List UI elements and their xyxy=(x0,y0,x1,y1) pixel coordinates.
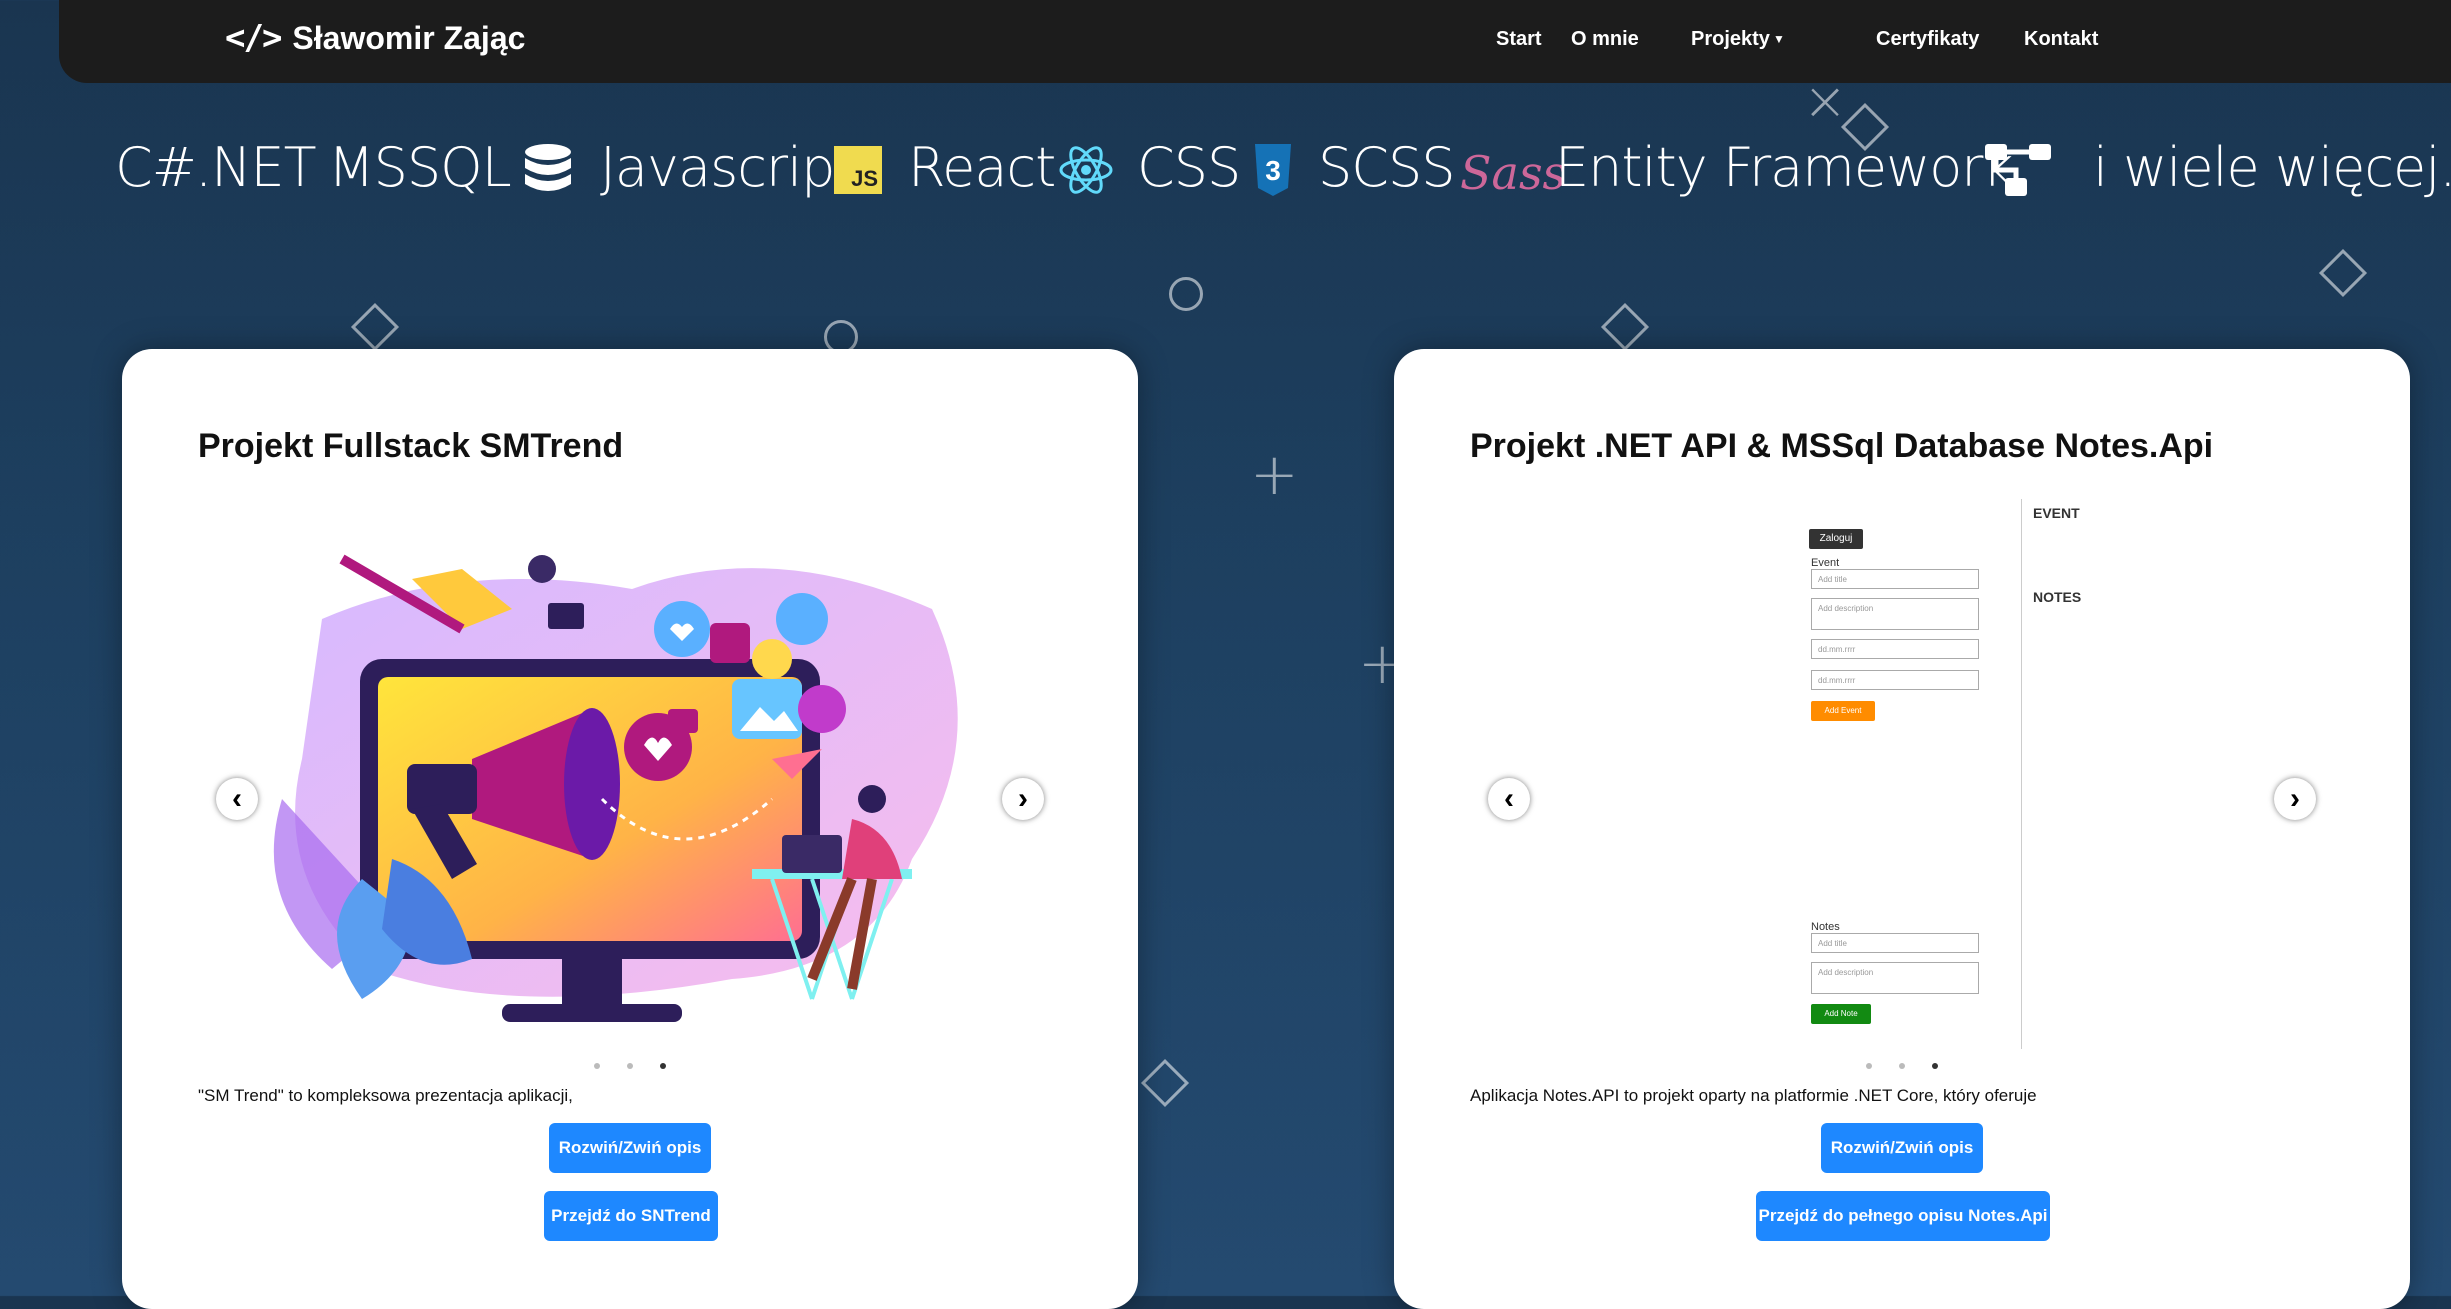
toggle-description-button[interactable]: Rozwiń/Zwiń opis xyxy=(549,1123,711,1173)
carousel-indicators xyxy=(594,1063,666,1069)
carousel-next-button[interactable]: › xyxy=(1002,778,1044,820)
tech-csharp: C# xyxy=(115,136,197,199)
tech-css: CSS xyxy=(1137,136,1241,199)
svg-text:3: 3 xyxy=(1265,155,1281,186)
notes-heading: NOTES xyxy=(2033,589,2082,605)
project-card-notes-api: Projekt .NET API & MSSql Database Notes.… xyxy=(1394,349,2410,1309)
carousel-dot[interactable] xyxy=(594,1063,600,1069)
go-to-smtrend-button[interactable]: Przejdź do SNTrend xyxy=(544,1191,718,1241)
tech-javascript: Javascript xyxy=(600,136,856,199)
tech-mssql: MSSQL xyxy=(328,136,512,199)
brand-logo[interactable]: </> Sławomir Zając xyxy=(225,18,525,58)
carousel-dot-active[interactable] xyxy=(1932,1063,1938,1069)
card-title: Projekt Fullstack SMTrend xyxy=(198,427,624,465)
top-navbar: </> Sławomir Zając Start O mnie Projekty… xyxy=(59,0,2451,83)
tech-scss: SCSS xyxy=(1318,136,1456,199)
chevron-right-icon: › xyxy=(2290,782,2300,815)
nav-link-kontakt[interactable]: Kontakt xyxy=(2024,28,2098,51)
code-icon: </> xyxy=(225,18,282,58)
chevron-right-icon: › xyxy=(1018,782,1028,815)
card-title: Projekt .NET API & MSSql Database Notes.… xyxy=(1470,427,2214,465)
decor-diamond xyxy=(350,302,400,352)
nav-link-projekty[interactable]: Projekty ▼ xyxy=(1691,28,1785,51)
go-to-notes-api-button[interactable]: Przejdź do pełnego opisu Notes.Api xyxy=(1756,1191,2050,1241)
nav-link-projekty-label: Projekty xyxy=(1691,28,1770,50)
tech-more: i wiele więcej... xyxy=(2093,136,2451,199)
notes-api-screenshot: Zaloguj Event Add title Add description … xyxy=(1484,499,2324,1079)
react-icon xyxy=(1059,146,1113,194)
note-title-input: Add title xyxy=(1811,933,1979,953)
carousel-indicators xyxy=(1866,1063,1938,1069)
nav-link-start[interactable]: Start xyxy=(1496,28,1542,51)
decor-diamond xyxy=(1600,302,1650,352)
js-badge-label: JS xyxy=(851,166,878,191)
card-description: "SM Trend" to kompleksowa prezentacja ap… xyxy=(198,1086,573,1105)
divider xyxy=(2021,499,2022,1049)
decor-plus: + xyxy=(1250,440,1299,508)
decor-diamond xyxy=(1140,1058,1190,1108)
note-description-input: Add description xyxy=(1811,962,1979,994)
entity-framework-icon xyxy=(1985,144,2051,196)
image-carousel: Zaloguj Event Add title Add description … xyxy=(1484,499,2324,1079)
carousel-next-button[interactable]: › xyxy=(2274,778,2316,820)
tech-react: React xyxy=(908,136,1056,199)
login-button: Zaloguj xyxy=(1809,529,1863,549)
image-carousel xyxy=(212,499,1052,1079)
carousel-prev-button[interactable]: ‹ xyxy=(1488,778,1530,820)
event-heading: EVENT xyxy=(2033,505,2080,521)
chevron-left-icon: ‹ xyxy=(232,782,242,815)
caret-down-icon: ▼ xyxy=(1772,32,1785,46)
event-start-date: dd.mm.rrrr xyxy=(1811,639,1979,659)
chevron-left-icon: ‹ xyxy=(1504,782,1514,815)
tech-stack-row: C# .NET MSSQL Javascript JS React CSS 3 … xyxy=(0,130,2451,210)
brand-name: Sławomir Zając xyxy=(292,19,526,56)
sass-icon: Sass xyxy=(1460,146,1567,200)
css3-icon: 3 xyxy=(1255,144,1291,196)
carousel-dot-active[interactable] xyxy=(660,1063,666,1069)
event-description-input: Add description xyxy=(1811,598,1979,630)
project-card-smtrend: Projekt Fullstack SMTrend ‹ › "SM Trend"… xyxy=(122,349,1138,1309)
card-description: Aplikacja Notes.API to projekt oparty na… xyxy=(1470,1086,2037,1105)
carousel-prev-button[interactable]: ‹ xyxy=(216,778,258,820)
nav-link-o-mnie[interactable]: O mnie xyxy=(1571,28,1639,51)
database-icon xyxy=(525,144,571,191)
event-label: Event xyxy=(1811,557,1840,569)
carousel-dot[interactable] xyxy=(1899,1063,1905,1069)
carousel-dot[interactable] xyxy=(627,1063,633,1069)
nav-link-certyfikaty[interactable]: Certyfikaty xyxy=(1876,28,1979,51)
notes-label: Notes xyxy=(1811,921,1840,933)
add-event-button: Add Event xyxy=(1811,701,1875,721)
javascript-icon: JS xyxy=(834,146,882,194)
decor-circle xyxy=(1169,277,1203,311)
tech-dotnet: .NET xyxy=(195,136,317,199)
marketing-illustration xyxy=(273,554,958,1022)
toggle-description-button[interactable]: Rozwiń/Zwiń opis xyxy=(1821,1123,1983,1173)
event-title-input: Add title xyxy=(1811,569,1979,589)
nav-links: Start O mnie Projekty ▼ Certyfikaty Konta… xyxy=(1451,28,2451,58)
tech-entity-framework: Entity Framework xyxy=(1555,136,2014,199)
add-note-button: Add Note xyxy=(1811,1004,1871,1024)
event-end-date: dd.mm.rrrr xyxy=(1811,670,1979,690)
carousel-dot[interactable] xyxy=(1866,1063,1872,1069)
decor-diamond xyxy=(2318,248,2368,298)
